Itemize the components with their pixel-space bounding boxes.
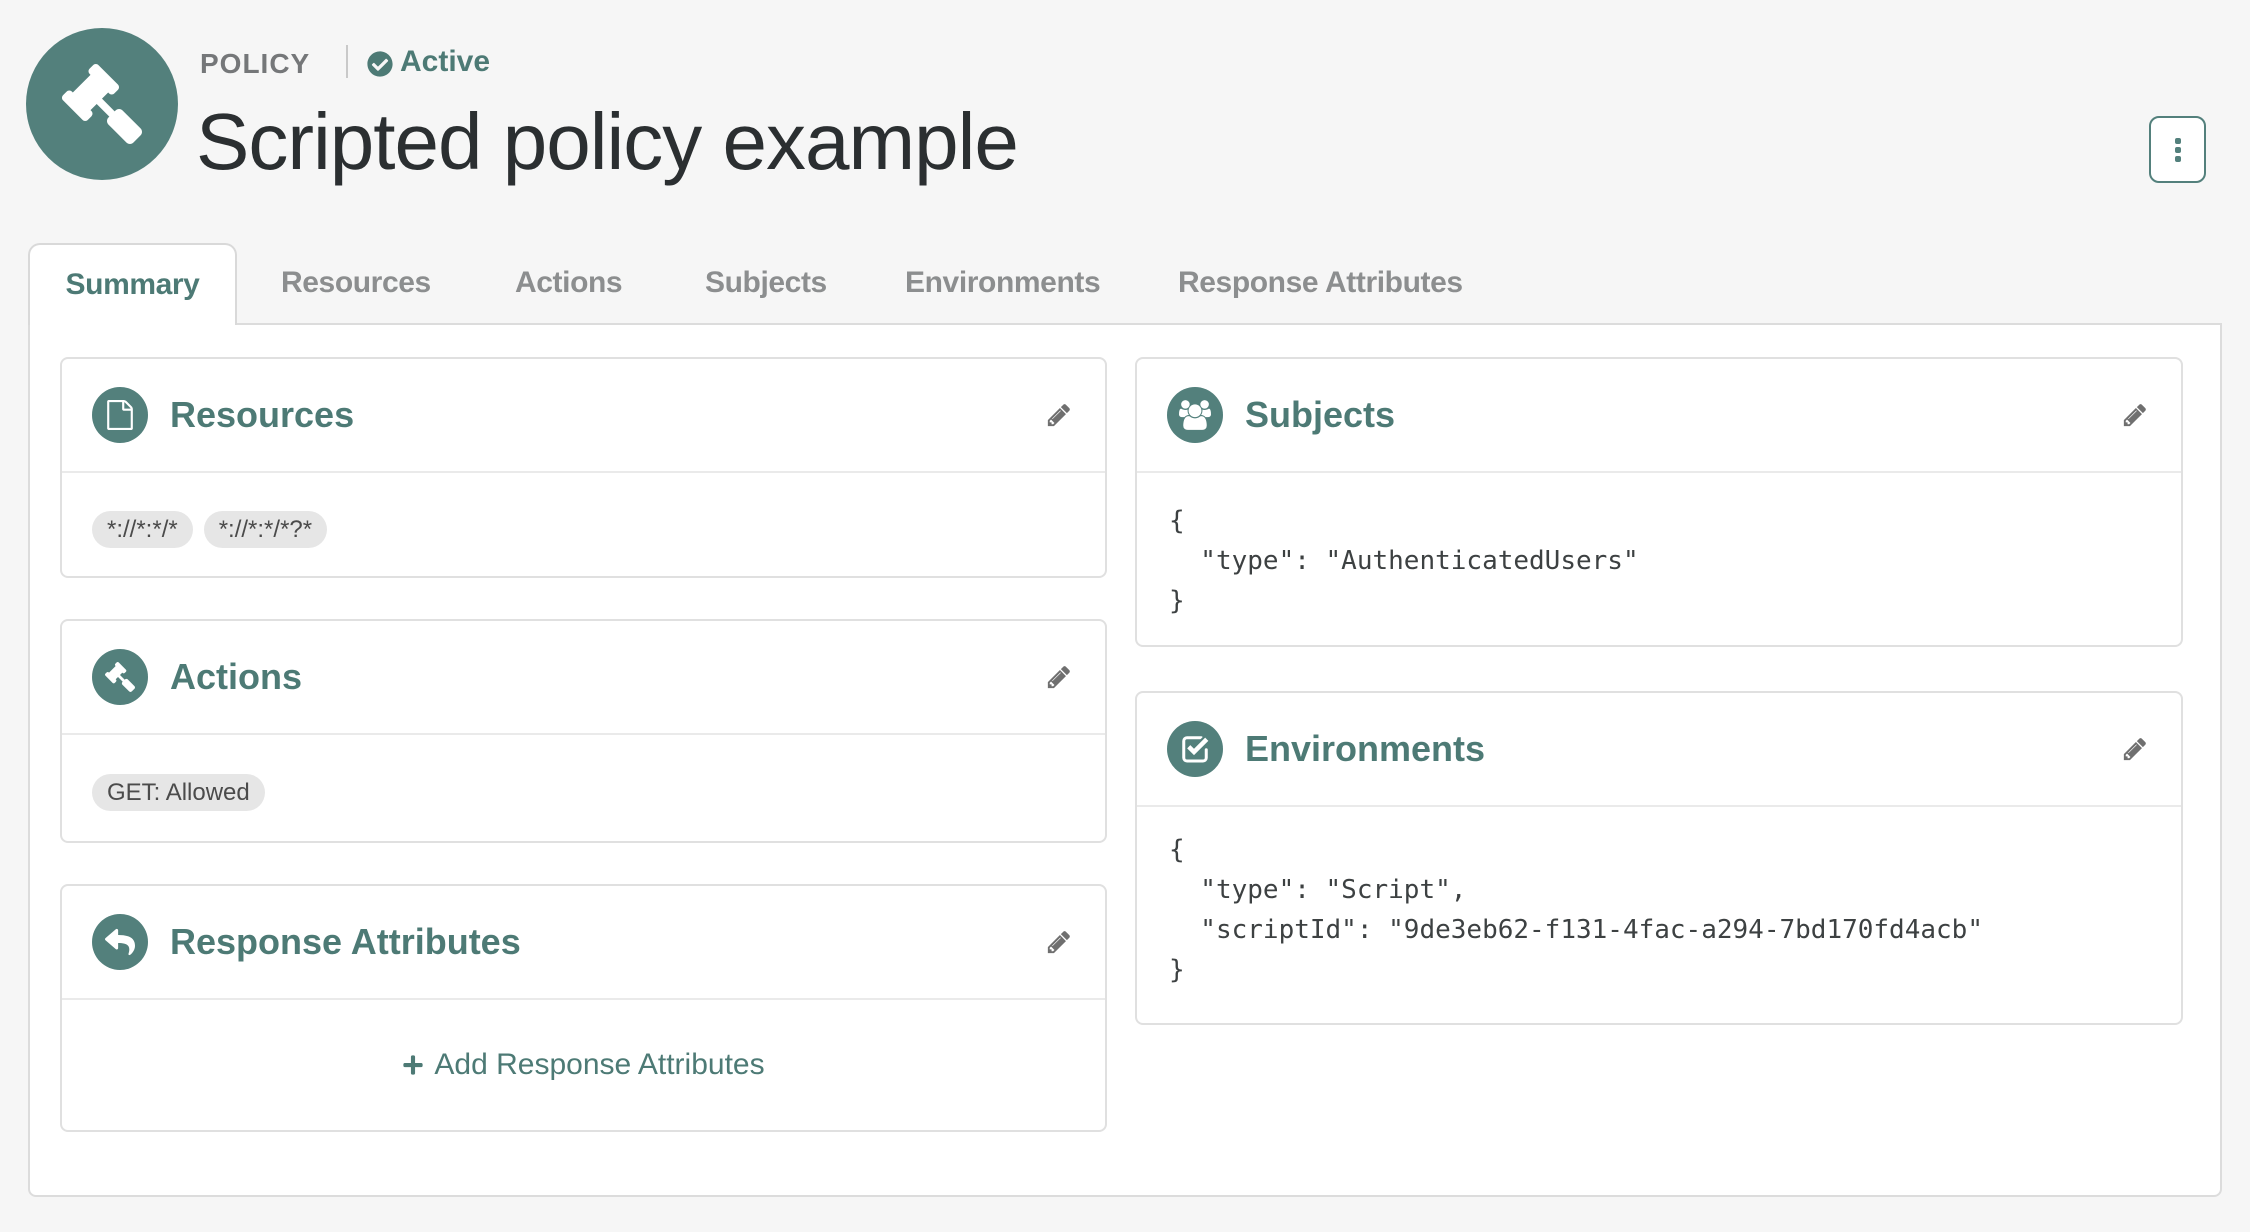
environments-card-header: Environments [1137, 693, 2181, 807]
kebab-dot [2174, 146, 2181, 153]
page-title: Scripted policy example [196, 97, 1019, 186]
actions-edit-button[interactable] [1045, 663, 1073, 691]
pencil-icon [2123, 738, 2146, 761]
tab-summary[interactable]: Summary [28, 243, 237, 325]
actions-card: Actions GET: Allowed [60, 619, 1107, 843]
resources-card-title: Resources [170, 394, 355, 435]
kebab-dot [2174, 155, 2181, 162]
subjects-edit-button[interactable] [2121, 401, 2149, 429]
add-response-attributes-link[interactable]: Add Response Attributes [402, 1048, 765, 1082]
resources-card: Resources *://*:*/* *://*:*/*?* [60, 357, 1107, 578]
pencil-icon [1047, 931, 1070, 954]
response-attributes-card: Response Attributes Add Response Attribu… [60, 884, 1107, 1132]
kebab-menu-button[interactable] [2149, 116, 2206, 183]
meta-divider [345, 45, 348, 78]
resources-edit-button[interactable] [1045, 401, 1073, 429]
actions-card-body: GET: Allowed [62, 735, 1105, 841]
entity-type-label: POLICY [200, 48, 311, 79]
right-column: Subjects { "type": "AuthenticatedUsers" … [1135, 357, 2183, 1069]
tab-actions[interactable]: Actions [515, 243, 623, 323]
resource-badge: *://*:*/*?* [203, 511, 328, 548]
subjects-card-body: { "type": "AuthenticatedUsers" } [1137, 473, 2181, 645]
status-badge: Active [400, 44, 491, 78]
subjects-json: { "type": "AuthenticatedUsers" } [1169, 506, 1639, 616]
add-response-attributes-label: Add Response Attributes [434, 1048, 765, 1081]
subjects-card-header: Subjects [1137, 359, 2181, 473]
left-column: Resources *://*:*/* *://*:*/*?* Actions … [60, 357, 1107, 1173]
users-icon [1167, 387, 1223, 443]
subjects-card-title: Subjects [1245, 394, 1396, 435]
tab-bar: Summary Resources Actions Subjects Envir… [0, 243, 2250, 325]
summary-panel: Resources *://*:*/* *://*:*/*?* Actions … [28, 323, 2222, 1197]
resource-badge: *://*:*/* [92, 511, 193, 548]
pencil-icon [1047, 666, 1070, 689]
check-square-icon [1167, 721, 1223, 777]
environments-card-title: Environments [1245, 728, 1486, 769]
actions-card-title: Actions [170, 656, 303, 697]
environments-card: Environments { "type": "Script", "script… [1135, 691, 2183, 1025]
environments-card-body: { "type": "Script", "scriptId": "9de3eb6… [1137, 807, 2181, 1023]
plus-icon [402, 1054, 424, 1076]
resources-card-body: *://*:*/* *://*:*/*?* [62, 473, 1105, 576]
action-badge: GET: Allowed [92, 774, 265, 811]
tab-subjects[interactable]: Subjects [705, 243, 827, 323]
reply-icon [92, 914, 148, 970]
response-attributes-card-title: Response Attributes [170, 921, 521, 962]
gavel-icon [62, 64, 142, 144]
actions-card-header: Actions [62, 621, 1105, 735]
pencil-icon [2123, 404, 2146, 427]
response-attributes-card-body: Add Response Attributes [62, 1000, 1105, 1130]
subjects-card: Subjects { "type": "AuthenticatedUsers" … [1135, 357, 2183, 647]
resources-card-header: Resources [62, 359, 1105, 473]
environments-edit-button[interactable] [2121, 735, 2149, 763]
environments-json: { "type": "Script", "scriptId": "9de3eb6… [1169, 835, 1983, 985]
response-attributes-edit-button[interactable] [1045, 928, 1073, 956]
kebab-dot [2174, 137, 2181, 144]
policy-summary-page: POLICY Active Scripted policy example Su… [0, 0, 2250, 1232]
tab-response-attributes[interactable]: Response Attributes [1178, 243, 1463, 323]
response-attributes-card-header: Response Attributes [62, 886, 1105, 1000]
policy-avatar [26, 28, 178, 180]
file-icon [92, 387, 148, 443]
status-check-icon [367, 51, 393, 77]
gavel-small-icon [92, 649, 148, 705]
tab-resources[interactable]: Resources [281, 243, 431, 323]
tab-environments[interactable]: Environments [905, 243, 1101, 323]
pencil-icon [1047, 404, 1070, 427]
